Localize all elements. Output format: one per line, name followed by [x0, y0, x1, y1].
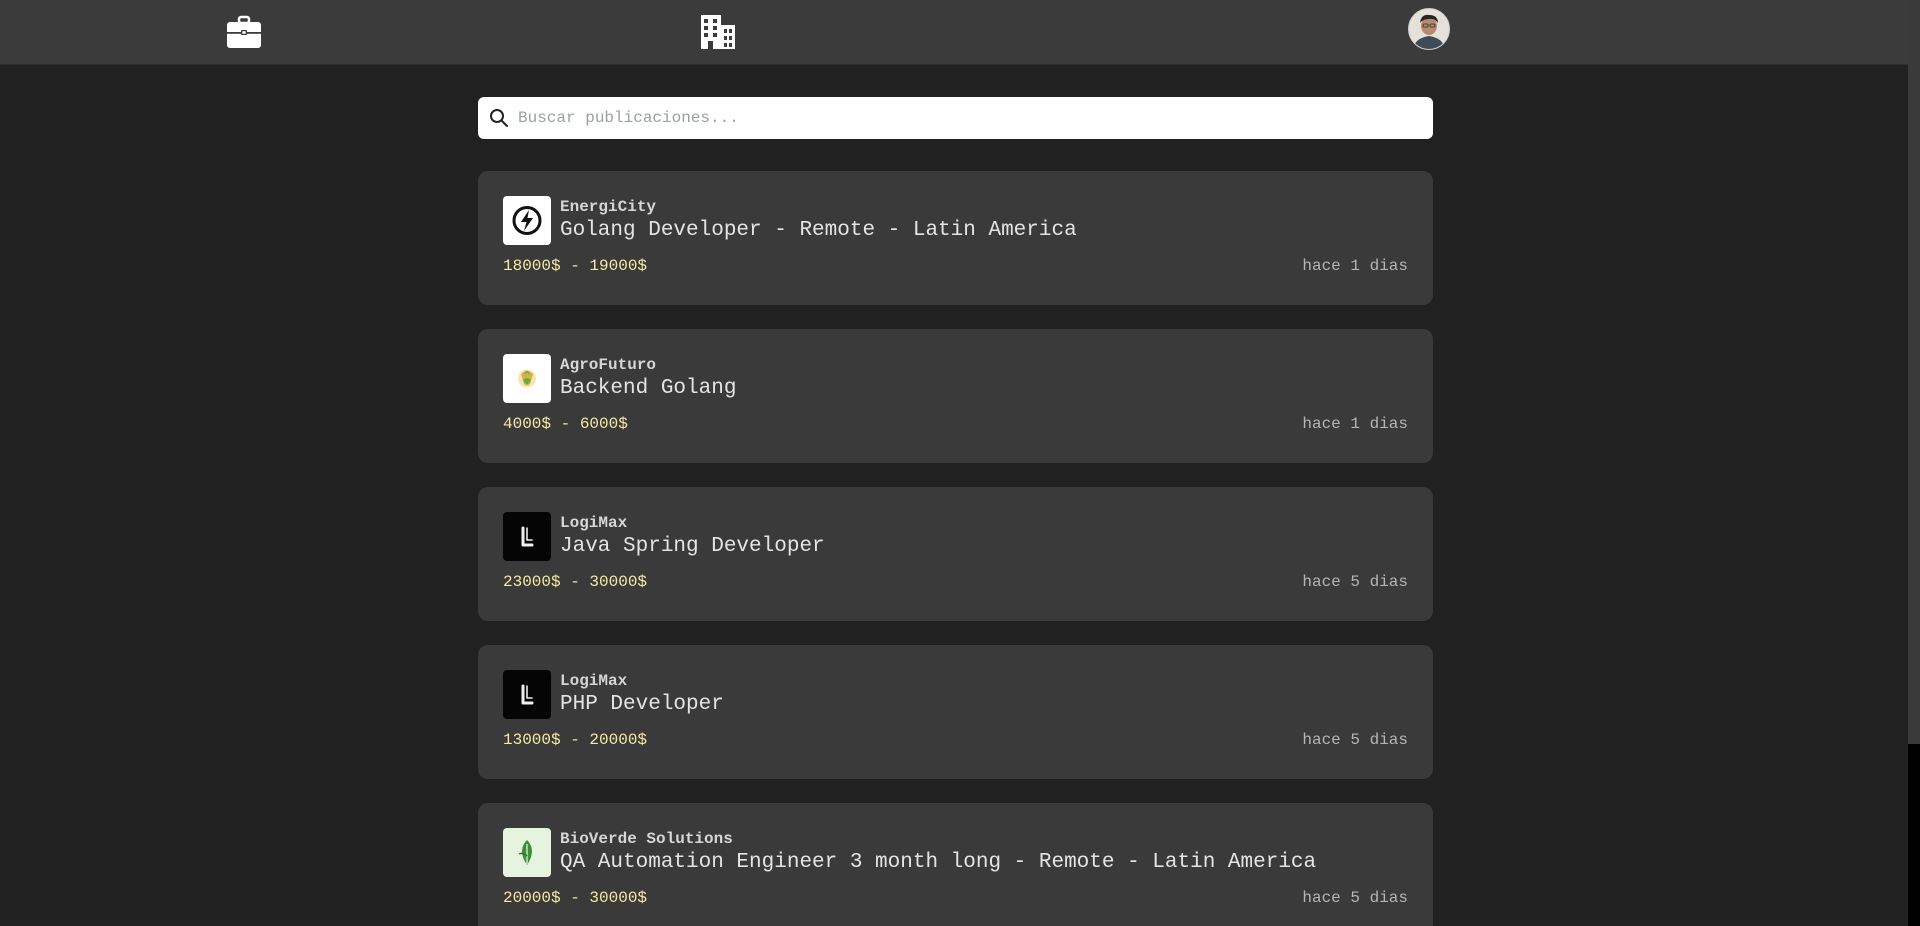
- posted-time: hace 1 dias: [1302, 257, 1408, 275]
- salary-range: 13000$ - 20000$: [503, 731, 648, 749]
- job-title[interactable]: QA Automation Engineer 3 month long - Re…: [560, 851, 1316, 874]
- scrollbar-thumb[interactable]: [1908, 0, 1920, 744]
- lightning-logo-icon: [503, 196, 551, 245]
- company-name: LogiMax: [560, 672, 628, 690]
- job-card[interactable]: AgroFuturo Backend Golang 4000$ - 6000$ …: [478, 329, 1433, 463]
- job-card[interactable]: LogiMax PHP Developer 13000$ - 20000$ ha…: [478, 645, 1433, 779]
- briefcase-icon[interactable]: [226, 14, 262, 50]
- letter-l-logo-icon: [503, 512, 551, 561]
- agro-logo-icon: [503, 354, 551, 403]
- job-title[interactable]: PHP Developer: [560, 693, 724, 716]
- salary-range: 23000$ - 30000$: [503, 573, 648, 591]
- buildings-icon[interactable]: [699, 13, 737, 51]
- salary-range: 18000$ - 19000$: [503, 257, 648, 275]
- company-name: LogiMax: [560, 514, 628, 532]
- leaf-logo-icon: [503, 828, 551, 877]
- job-title[interactable]: Java Spring Developer: [560, 535, 825, 558]
- search-icon: [490, 109, 508, 127]
- job-title[interactable]: Backend Golang: [560, 377, 736, 400]
- salary-range: 4000$ - 6000$: [503, 415, 628, 433]
- page: EnergiCity Golang Developer - Remote - L…: [0, 0, 1920, 926]
- letter-l-logo-icon: [503, 670, 551, 719]
- job-title[interactable]: Golang Developer - Remote - Latin Americ…: [560, 219, 1077, 242]
- posted-time: hace 5 dias: [1302, 573, 1408, 591]
- search-input[interactable]: [518, 97, 1418, 139]
- top-navbar: [0, 0, 1908, 65]
- company-name: BioVerde Solutions: [560, 830, 733, 848]
- scrollbar-bottom: [1908, 744, 1920, 926]
- posted-time: hace 5 dias: [1302, 889, 1408, 907]
- job-card[interactable]: EnergiCity Golang Developer - Remote - L…: [478, 171, 1433, 305]
- job-card[interactable]: BioVerde Solutions QA Automation Enginee…: [478, 803, 1433, 926]
- company-name: AgroFuturo: [560, 356, 657, 374]
- user-avatar[interactable]: [1408, 8, 1450, 50]
- posted-time: hace 5 dias: [1302, 731, 1408, 749]
- search-bar[interactable]: [478, 97, 1433, 139]
- job-card[interactable]: LogiMax Java Spring Developer 23000$ - 3…: [478, 487, 1433, 621]
- company-name: EnergiCity: [560, 198, 657, 216]
- posted-time: hace 1 dias: [1302, 415, 1408, 433]
- salary-range: 20000$ - 30000$: [503, 889, 648, 907]
